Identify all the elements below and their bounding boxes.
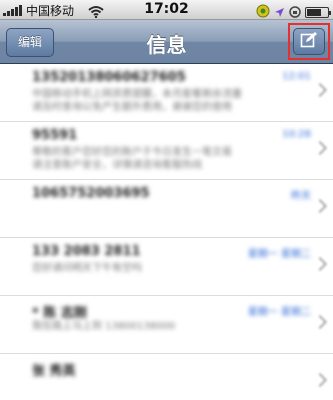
page-title: 信息 bbox=[146, 33, 187, 57]
conversation-time: 星期一 星期二 bbox=[247, 307, 311, 318]
battery-icon bbox=[305, 7, 331, 18]
chevron-right-icon bbox=[312, 198, 328, 214]
navigation-bar: 编辑 信息 bbox=[0, 20, 333, 64]
conversation-sender: 95591 bbox=[32, 128, 78, 143]
conversation-time: 昨天 bbox=[291, 191, 311, 202]
conversation-time: 12:01 bbox=[282, 71, 311, 82]
conversation-sender: * 陈 志刚 bbox=[32, 306, 87, 321]
chevron-right-icon bbox=[312, 140, 328, 156]
status-bar: 中国移动 17:02 bbox=[0, 0, 333, 20]
conversation-preview: 我在路上马上到 13800138000 bbox=[32, 321, 176, 332]
conversation-preview-line2: 请及时查询以免产生额外费用，谢谢您的使用 bbox=[32, 102, 232, 113]
conversation-sender: 张 秀英 bbox=[32, 364, 76, 379]
conversation-row[interactable]: * 陈 志刚 星期一 星期二我在路上马上到 13800138000 bbox=[0, 296, 333, 354]
conversation-preview: 尊敬的客户您好您的账户于今日发生一笔交易 bbox=[32, 147, 232, 158]
conversation-row[interactable]: 13520138060627605 12:01 中国移动手机上网资费提醒，本月套餐剩… bbox=[0, 64, 333, 122]
compose-button[interactable] bbox=[293, 28, 325, 55]
conversation-time: 星期一 星期二 bbox=[247, 249, 311, 260]
conversation-sender: 1065752003695 bbox=[32, 186, 150, 201]
conversation-row[interactable]: 1065752003695 昨天 bbox=[0, 180, 333, 238]
conversation-time: 10:28 bbox=[282, 129, 311, 140]
conversation-preview: 中国移动手机上网资费提醒，本月套餐剩余流量 bbox=[32, 89, 242, 100]
conversation-preview-line2: 请注意账户安全，详情请咨询客服热线 bbox=[32, 160, 202, 171]
chevron-right-icon bbox=[312, 314, 328, 330]
conversation-row[interactable]: 133 2083 2811 星期一 星期二您好请问明天下午有空吗 bbox=[0, 238, 333, 296]
chevron-right-icon bbox=[312, 256, 328, 272]
conversation-row[interactable]: 张 秀英 bbox=[0, 354, 333, 400]
conversation-sender: 13520138060627605 bbox=[32, 70, 186, 85]
conversation-sender: 133 2083 2811 bbox=[32, 244, 141, 259]
chevron-right-icon bbox=[312, 82, 328, 98]
chevron-right-icon bbox=[312, 372, 328, 388]
conversation-preview: 您好请问明天下午有空吗 bbox=[32, 263, 142, 274]
compose-highlight bbox=[288, 23, 330, 60]
conversation-row[interactable]: 95591 10:28 尊敬的客户您好您的账户于今日发生一笔交易 请注意账户安全，详情… bbox=[0, 122, 333, 180]
conversation-list: 13520138060627605 12:01 中国移动手机上网资费提醒，本月套餐剩… bbox=[0, 64, 333, 400]
compose-icon bbox=[300, 31, 318, 53]
